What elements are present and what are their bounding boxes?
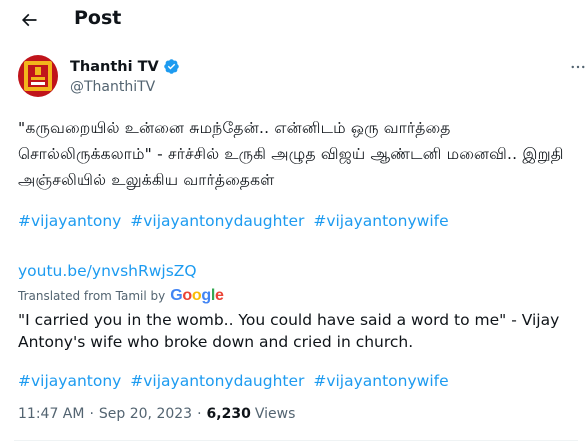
more-horizontal-icon	[571, 65, 585, 69]
verified-badge-icon	[163, 59, 179, 74]
google-logo: Google	[170, 287, 224, 304]
author-name-wrap: Thanthi TV	[70, 58, 180, 75]
hashtag-row: #vijayantony #vijayantonydaughter #vijay…	[18, 212, 453, 230]
translated-label: Translated from Tamil by	[18, 289, 166, 303]
page-title: Post	[74, 7, 122, 29]
thanthi-tv-logo	[18, 55, 58, 97]
avatar[interactable]	[18, 55, 58, 97]
post-meta: 11:47 AM · Sep 20, 2023 · 6,230 Views	[18, 406, 295, 422]
divider	[14, 440, 578, 441]
hashtag-row-translated: #vijayantony #vijayantonydaughter #vijay…	[18, 372, 453, 390]
post-date[interactable]: Sep 20, 2023	[99, 406, 192, 422]
views-label: Views	[254, 406, 296, 422]
translation-attribution: Translated from Tamil by Google	[18, 287, 224, 305]
back-button[interactable]	[14, 6, 44, 34]
top-bar: Post	[0, 0, 588, 40]
post-time[interactable]: 11:47 AM	[18, 406, 84, 422]
meta-separator: ·	[89, 406, 94, 422]
hashtag-link[interactable]: #vijayantonywife	[313, 372, 448, 390]
hashtag-link[interactable]: #vijayantony	[18, 212, 121, 230]
views-count: 6,230	[206, 406, 251, 422]
tweet-text-translated: "I carried you in the womb.. You could h…	[18, 311, 560, 351]
tweet-text-original: "கருவறையில் உன்னை சுமந்தேன்.. என்னிடம் ஒ…	[18, 119, 564, 189]
hashtag-link[interactable]: #vijayantonydaughter	[130, 372, 304, 390]
arrow-left-icon	[21, 13, 37, 27]
meta-separator: ·	[197, 406, 202, 422]
more-button[interactable]	[566, 57, 588, 77]
hashtag-link[interactable]: #vijayantonywife	[313, 212, 448, 230]
author-name[interactable]: Thanthi TV	[70, 59, 159, 75]
external-link[interactable]: youtu.be/ynvshRwjsZQ	[18, 262, 197, 280]
author-row: Thanthi TV @ThanthiTV	[18, 55, 585, 101]
author-handle[interactable]: @ThanthiTV	[70, 79, 155, 95]
hashtag-link[interactable]: #vijayantonydaughter	[130, 212, 304, 230]
hashtag-link[interactable]: #vijayantony	[18, 372, 121, 390]
